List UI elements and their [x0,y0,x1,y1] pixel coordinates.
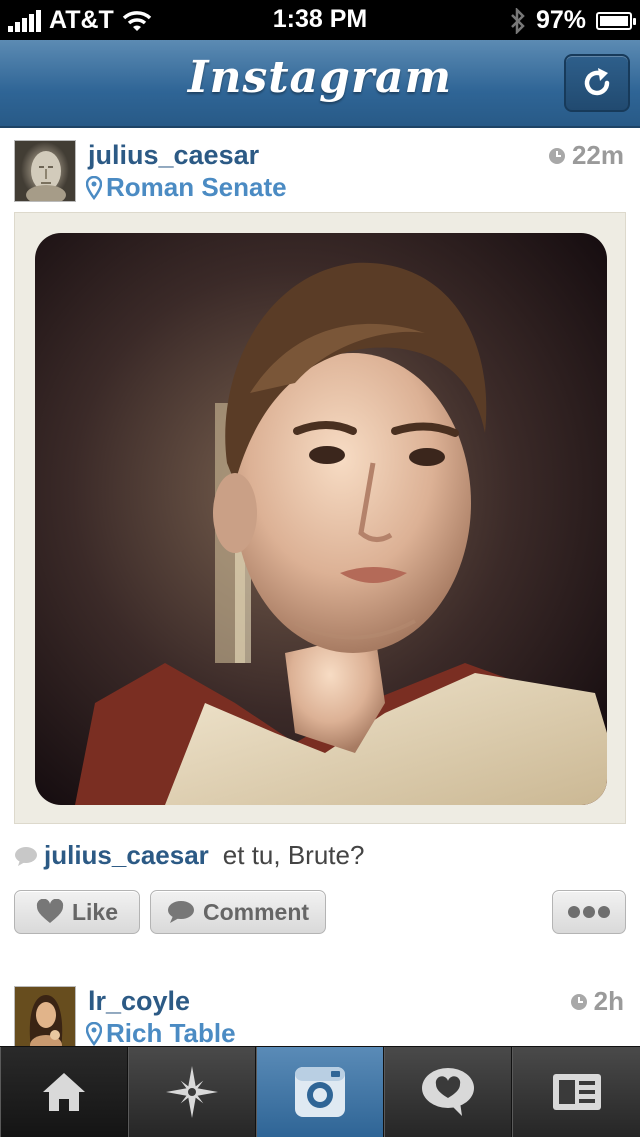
caption-text: et tu, Brute? [222,840,365,870]
like-button[interactable]: Like [14,890,140,934]
more-dots-icon [568,906,610,918]
clock-icon [570,993,587,1010]
clock-icon [548,147,565,164]
post-username[interactable]: lr_coyle [88,986,190,1017]
comment-label: Comment [202,898,310,925]
post-location[interactable]: Roman Senate [86,172,287,203]
profile-card-icon [552,1074,601,1110]
tab-news[interactable] [384,1047,512,1137]
location-pin-icon [86,175,102,200]
heart-bubble-icon [422,1068,474,1116]
heart-icon [36,899,64,923]
location-label: Roman Senate [106,172,287,202]
battery-icon [596,11,636,30]
home-icon [43,1073,85,1111]
bluetooth-icon [511,7,525,34]
like-label: Like [71,898,119,925]
refresh-icon [584,68,610,96]
avatar[interactable] [14,140,76,202]
photo-frame [14,212,626,824]
time-ago: 22m [571,140,624,170]
post-timestamp: 2h [570,986,624,1017]
battery-percent: 97% [535,6,586,34]
status-bar: AT&T 1:38 PM 97% [0,0,640,40]
comment-icon [167,901,194,923]
camera-icon [295,1067,345,1117]
explore-star-icon [166,1066,218,1118]
nav-bar: Instagram [0,40,640,128]
tab-home[interactable] [0,1047,128,1137]
tab-camera[interactable] [256,1047,384,1137]
time-ago: 2h [593,986,624,1016]
more-options-button[interactable] [552,890,626,934]
refresh-button[interactable] [564,54,630,112]
tab-profile[interactable] [512,1047,640,1137]
app-title: Instagram [187,52,453,103]
avatar[interactable] [14,986,76,1048]
post-header: julius_caesar Roman Senate 22m [0,128,640,212]
caption-username[interactable]: julius_caesar [44,840,209,871]
post-timestamp: 22m [548,140,624,171]
tab-bar [0,1046,640,1137]
location-pin-icon [86,1021,102,1046]
post-photo[interactable] [35,233,607,805]
post-location[interactable]: Rich Table [86,1018,236,1049]
location-label: Rich Table [106,1018,236,1048]
post-caption: julius_caesar et tu, Brute? [14,840,364,871]
comment-bubble-icon [15,846,37,866]
post-username[interactable]: julius_caesar [88,140,259,171]
tab-explore[interactable] [128,1047,256,1137]
comment-button[interactable]: Comment [150,890,326,934]
